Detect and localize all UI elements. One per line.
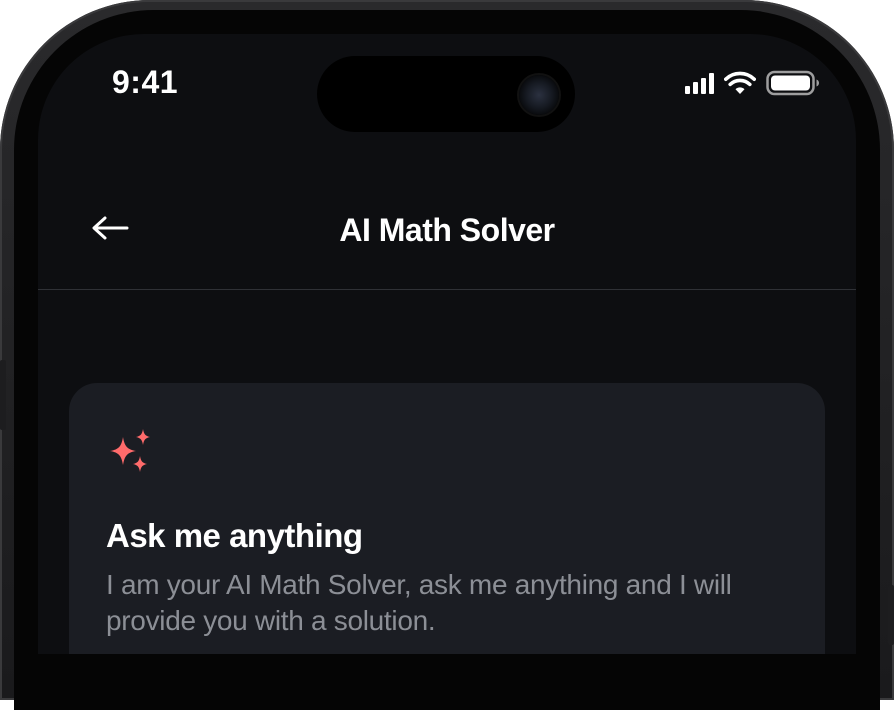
card-description: I am your AI Math Solver, ask me anythin…	[106, 569, 732, 636]
front-camera	[519, 75, 559, 115]
cellular-signal-icon	[685, 72, 714, 94]
dynamic-island	[317, 56, 575, 132]
wifi-icon	[724, 71, 756, 95]
phone-side-button	[888, 585, 894, 645]
ask-me-anything-card: Ask me anything I am your AI Math Solver…	[69, 383, 825, 654]
phone-side-button	[0, 360, 6, 430]
header-divider	[38, 289, 856, 290]
card-title: Ask me anything	[106, 517, 363, 554]
status-icons	[685, 70, 820, 96]
page-title: AI Math Solver	[339, 212, 555, 248]
battery-icon	[766, 70, 820, 96]
app-screen: 9:41 AI Math Solver Ask me anything I am…	[38, 34, 856, 654]
status-time: 9:41	[112, 64, 179, 100]
sparkle-icon	[110, 429, 150, 472]
